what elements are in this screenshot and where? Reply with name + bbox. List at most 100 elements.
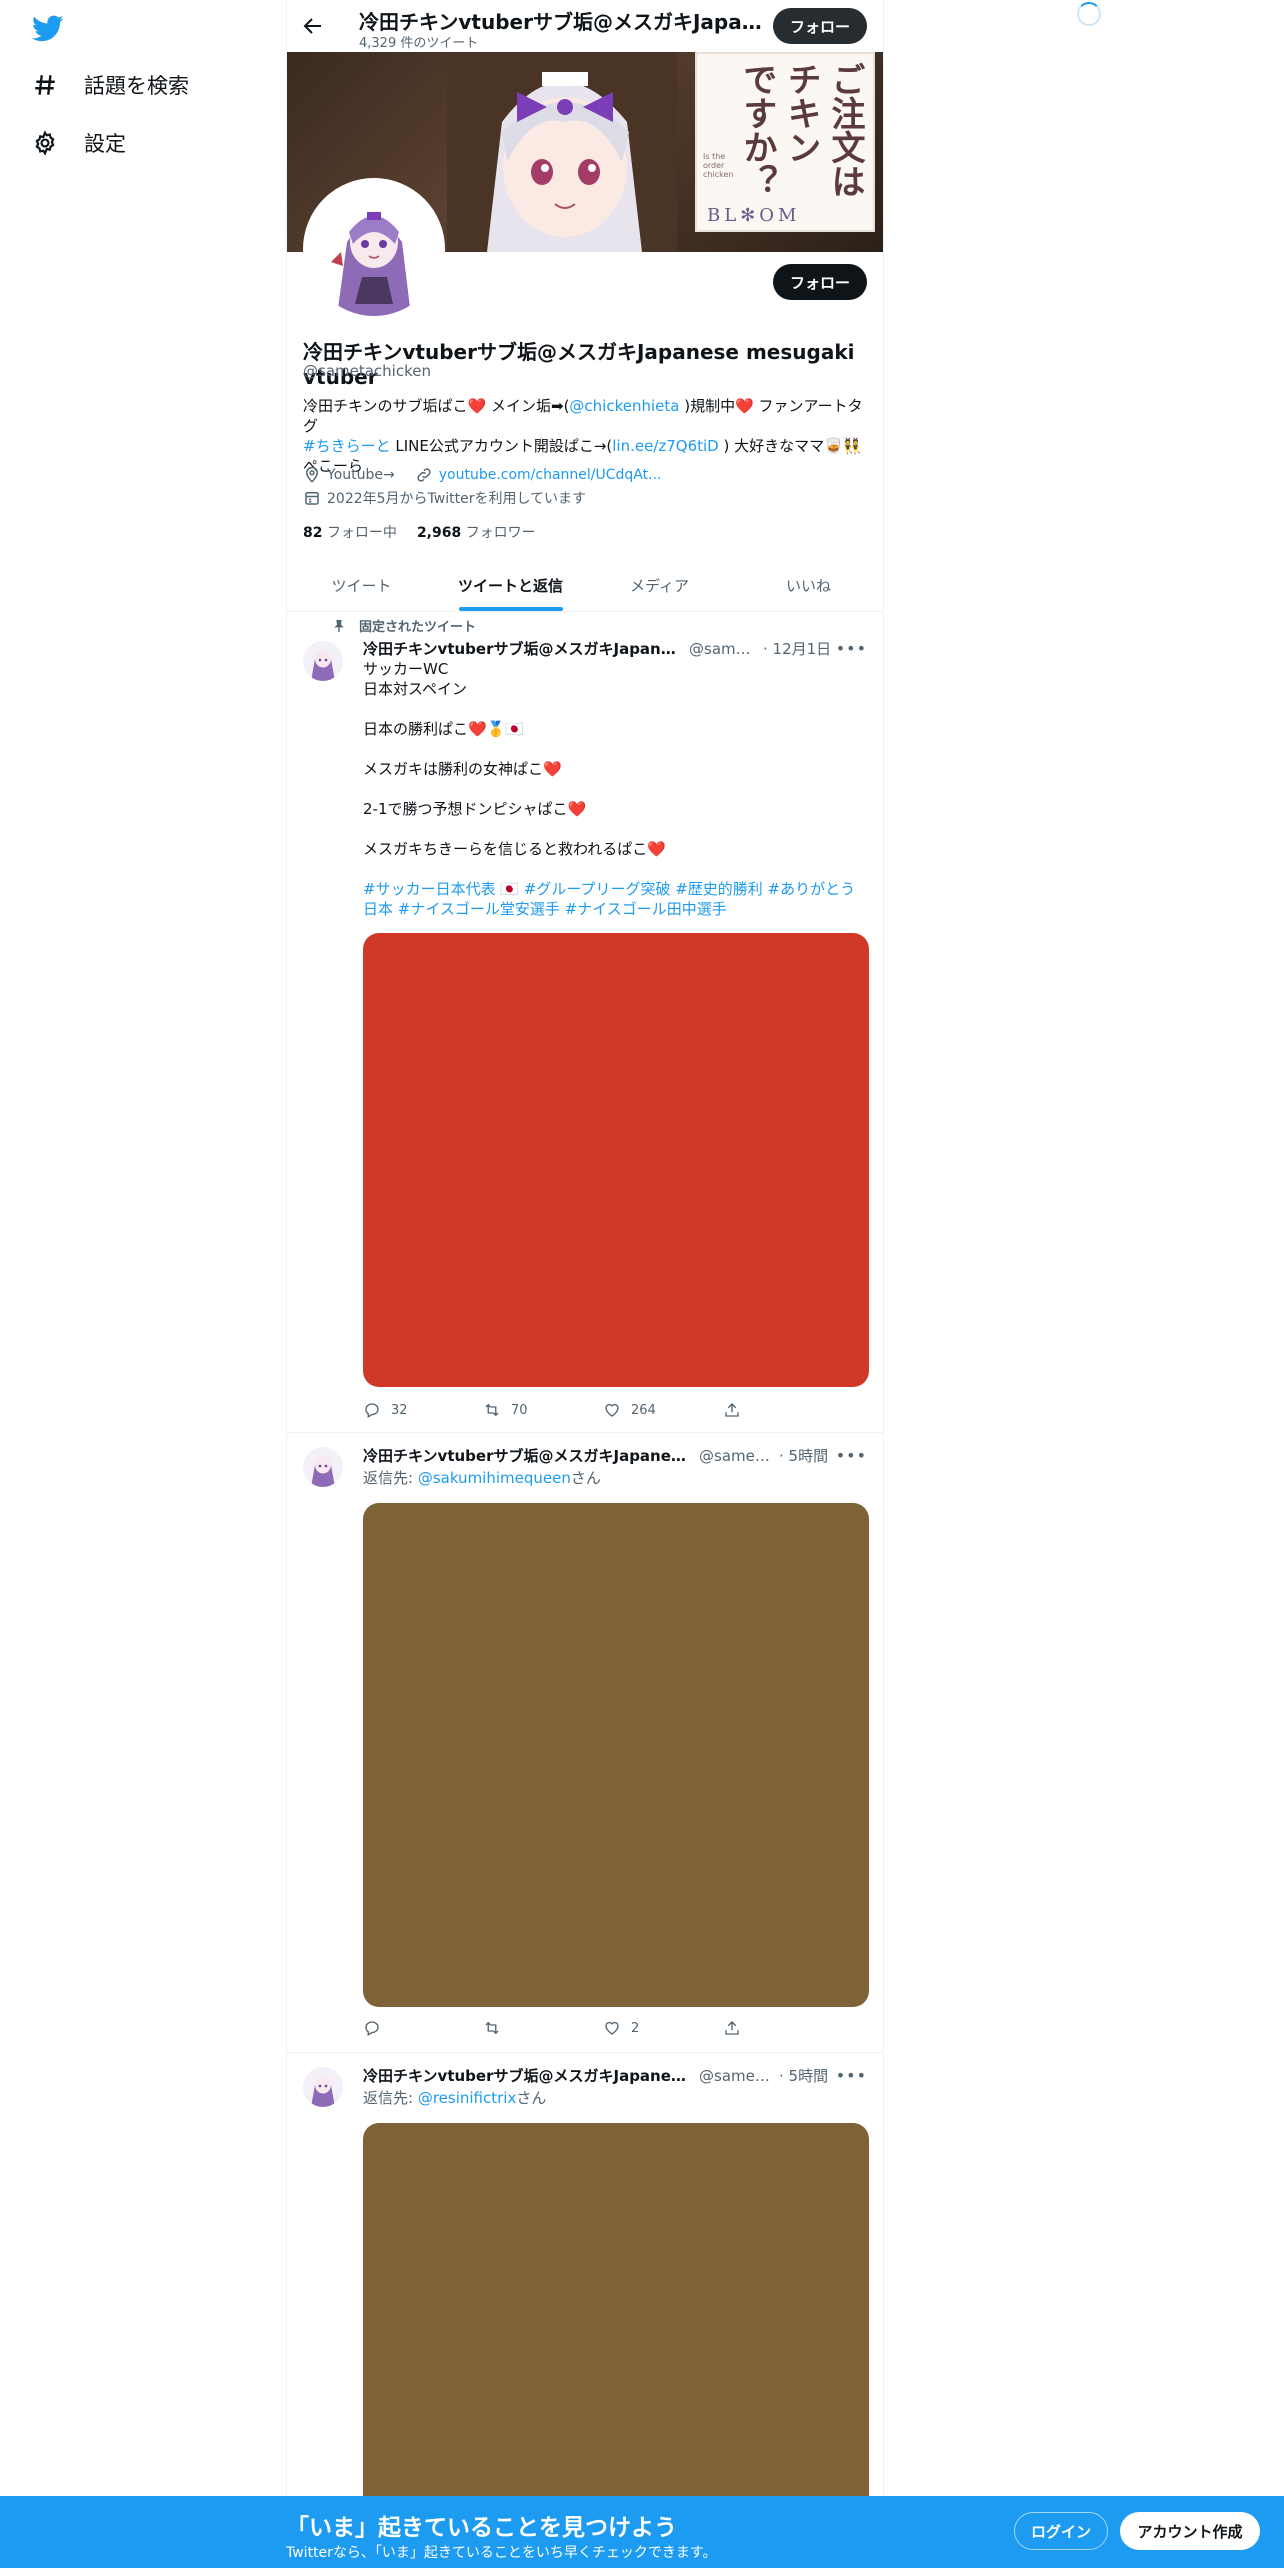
profile-meta-row: Youtube→ youtube.com/channel/UCdqAt... (303, 466, 661, 484)
profile-joined-row: 2022年5月からTwitterを利用しています (303, 488, 586, 508)
tweet-line (363, 779, 867, 799)
tweet-time-text: 12月1日 (772, 640, 832, 658)
tweet-media-image[interactable] (363, 1503, 869, 2007)
nav-explore[interactable]: 話題を検索 (30, 70, 189, 100)
link-icon (417, 468, 431, 482)
tweet-avatar[interactable] (303, 1447, 343, 1487)
reply-context: 返信先: @sakumihimequeenさん (363, 1467, 601, 1488)
tweet-author-handle[interactable]: @sametachicken (699, 1447, 775, 1465)
pin-icon (334, 619, 344, 632)
back-arrow-icon[interactable] (301, 14, 325, 38)
tab-tweets-and-replies[interactable]: ツイートと返信 (436, 560, 585, 611)
bio-url-link[interactable]: lin.ee/z7Q6tiD (612, 437, 719, 455)
login-button[interactable]: ログイン (1014, 2512, 1108, 2550)
tweet-avatar[interactable] (303, 641, 343, 681)
tweet-author-handle[interactable]: @sametachicken (689, 640, 759, 658)
tweet-avatar[interactable] (303, 2067, 343, 2107)
like-button[interactable]: 264 (603, 1401, 663, 1419)
reply-suffix: さん (516, 2089, 547, 2107)
banner-character-illustration (447, 52, 677, 252)
banner-card-line2: チキン (781, 62, 821, 164)
bio-mention-link[interactable]: @chickenhieta (569, 397, 679, 415)
profile-bio: 冷田チキンのサブ垢ぱこ❤️ メイン垢➡(@chickenhieta )規制中❤️… (303, 396, 869, 476)
profile-joined-date: 2022年5月からTwitterを利用しています (327, 491, 587, 507)
avatar-thumbnail (303, 1447, 343, 1487)
calendar-icon (305, 492, 319, 505)
more-options-icon[interactable]: ••• (836, 2066, 867, 2085)
profile-avatar[interactable] (303, 178, 445, 320)
reply-prefix: 返信先: (363, 1469, 418, 1487)
reply-icon (365, 1403, 379, 1418)
tweet-line: メスガキは勝利の女神ぱこ❤️ (363, 760, 562, 778)
retweet-icon (485, 1403, 499, 1417)
tweet-time[interactable]: · 5時間 (779, 2065, 828, 2086)
share-icon (725, 2021, 739, 2035)
bio-text: 冷田チキンのサブ垢ぱこ❤️ メイン垢➡( (303, 397, 570, 415)
hashtag-icon (30, 70, 60, 100)
tweet-line: メスガキちきーらを信じると救われるぱこ❤️ (363, 840, 666, 858)
tweet-actions: 32 70 264 (363, 1401, 783, 1419)
heart-icon (605, 1403, 619, 1417)
tweet-line: 2-1で勝つ予想ドンピシャぱこ❤️ (363, 800, 587, 818)
signup-prompt-subtitle: Twitterなら、「いま」起きていることをいち早くチェックできます。 (286, 2545, 717, 2561)
tweet-item[interactable]: 冷田チキンvtuberサブ垢@メスガキJapanese mesugaki vtu… (287, 2053, 883, 2568)
gear-icon (30, 128, 60, 158)
tab-media[interactable]: メディア (585, 560, 734, 611)
followers-stat[interactable]: 2,968 フォロワー (417, 522, 536, 542)
retweet-icon (485, 2021, 499, 2035)
heart-icon (605, 2021, 619, 2035)
tweet-media-image[interactable] (363, 933, 869, 1387)
share-button[interactable] (723, 1401, 783, 1419)
header-follow-button[interactable]: フォロー (773, 8, 867, 44)
reply-to-mention[interactable]: @sakumihimequeen (418, 1469, 571, 1487)
retweet-button[interactable]: 70 (483, 1401, 543, 1419)
tweet-time[interactable]: · 5時間 (779, 1445, 828, 1466)
header-tweet-count: 4,329 件のツイート (359, 36, 479, 51)
twitter-logo-icon[interactable] (30, 12, 66, 44)
reply-button[interactable] (363, 2019, 423, 2037)
tweet-author-name[interactable]: 冷田チキンvtuberサブ垢@メスガキJapanese mesugaki vtu… (363, 2065, 693, 2086)
tweet-line: 日本対スペイン (363, 680, 467, 698)
tweet-line (363, 739, 867, 759)
tab-likes[interactable]: いいね (734, 560, 883, 611)
banner-card-line1: ご注文は (825, 62, 865, 198)
tab-tweets[interactable]: ツイート (287, 560, 436, 611)
tweet-time[interactable]: · 12月1日 (763, 638, 831, 659)
location-pin-icon (305, 466, 319, 483)
profile-website-link[interactable]: youtube.com/channel/UCdqAt... (439, 467, 662, 483)
signup-prompt-bar: 「いま」起きていることを見つけよう Twitterなら、「いま」起きていることを… (0, 2496, 1284, 2568)
share-button[interactable] (723, 2019, 783, 2037)
more-options-icon[interactable]: ••• (836, 1446, 867, 1465)
tweet-header: 冷田チキンvtuberサブ垢@メスガキJapanese mesugaki vtu… (363, 638, 867, 659)
tweet-line (363, 819, 867, 839)
tweet-hashtags[interactable]: #サッカー日本代表 🇯🇵 #グループリーグ突破 #歴史的勝利 #ありがとう日本 … (363, 879, 867, 919)
tweet-item[interactable]: 固定されたツイート 冷田チキンvtuberサブ垢@メスガキJapanese me… (287, 613, 883, 1433)
bio-hashtag-link[interactable]: #ちきらーと (303, 437, 391, 455)
signup-button[interactable]: アカウント作成 (1120, 2512, 1260, 2550)
banner-card-footer: BL✻OM (707, 205, 801, 226)
reply-to-mention[interactable]: @resinifictrix (418, 2089, 517, 2107)
more-options-icon[interactable]: ••• (836, 639, 867, 658)
banner-card-sub: Is the order chicken (703, 152, 734, 179)
profile-follow-stats: 82 フォロー中 2,968 フォロワー (303, 522, 536, 542)
followers-count: 2,968 (416, 525, 462, 541)
profile-location: Youtube→ (327, 467, 395, 483)
followers-label: フォロワー (465, 525, 536, 541)
bio-text: LINE公式アカウント開設ぱこ→( (390, 437, 613, 455)
reply-prefix: 返信先: (363, 2089, 418, 2107)
tweet-author-name[interactable]: 冷田チキンvtuberサブ垢@メスガキJapanese mesugaki vtu… (363, 638, 683, 659)
profile-follow-button[interactable]: フォロー (773, 264, 867, 300)
tweet-line (363, 699, 867, 719)
nav-settings[interactable]: 設定 (30, 128, 126, 158)
retweet-button[interactable] (483, 2019, 543, 2037)
avatar-character-illustration (307, 182, 441, 316)
tweet-line: 日本の勝利ぱこ❤️🥇🇯🇵 (363, 720, 525, 738)
like-button[interactable]: 2 (603, 2019, 663, 2037)
tweet-line: サッカーWC (363, 660, 449, 678)
tweet-item[interactable]: 冷田チキンvtuberサブ垢@メスガキJapanese mesugaki vtu… (287, 1433, 883, 2053)
tweet-author-handle[interactable]: @sametachicken (699, 2067, 775, 2085)
reply-button[interactable]: 32 (363, 1401, 423, 1419)
following-stat[interactable]: 82 フォロー中 (303, 522, 397, 542)
pinned-indicator: 固定されたツイート (331, 616, 476, 635)
tweet-author-name[interactable]: 冷田チキンvtuberサブ垢@メスガキJapanese mesugaki vtu… (363, 1445, 693, 1466)
